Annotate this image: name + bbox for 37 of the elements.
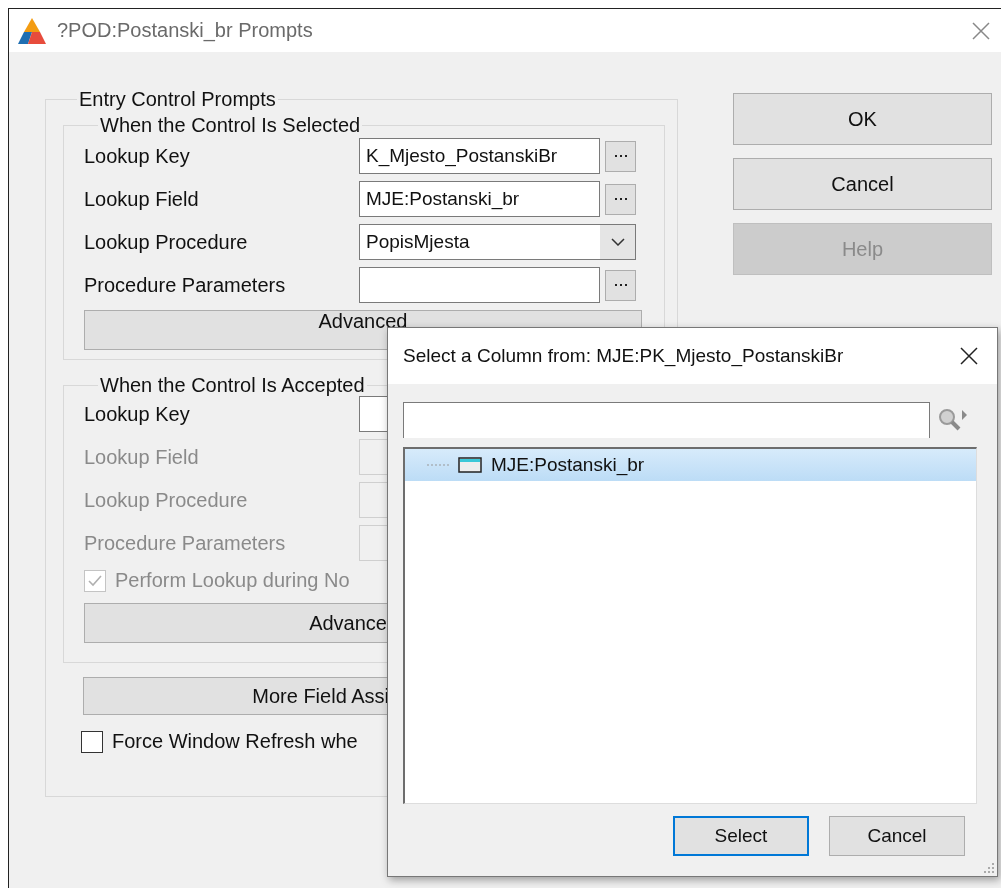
column-icon — [458, 457, 482, 473]
field-label: Lookup Procedure — [84, 230, 249, 254]
dialog-button[interactable]: Cancel — [733, 158, 992, 210]
search-field[interactable] — [403, 402, 930, 438]
field-label: Lookup Field — [84, 445, 200, 469]
dialog-button[interactable]: Select — [673, 816, 809, 856]
ellipsis-icon — [613, 154, 628, 158]
field-label: Lookup Key — [84, 144, 191, 168]
window-title: ?POD:Postanski_br Prompts — [57, 19, 314, 42]
input-field[interactable] — [359, 396, 387, 432]
checkbox-label: Force Window Refresh whe — [112, 730, 358, 753]
advanced-button[interactable]: Advance — [84, 603, 387, 643]
browse-button[interactable] — [605, 183, 636, 215]
app-logo-icon — [17, 16, 47, 45]
field-label: Lookup Key — [84, 402, 191, 426]
field-label: Procedure Parameters — [84, 273, 287, 297]
tree-item[interactable]: MJE:Postanski_br — [405, 449, 976, 481]
checkbox-label: Perform Lookup during No — [115, 569, 350, 592]
field-label: Lookup Field — [84, 187, 200, 211]
dialog-button[interactable]: OK — [733, 93, 992, 145]
tree-line-icon — [427, 464, 449, 466]
resize-grip-icon[interactable] — [983, 862, 995, 874]
group-title: Entry Control Prompts — [78, 88, 277, 110]
field-label: Lookup Procedure — [84, 488, 249, 512]
input-field[interactable]: K_Mjesto_PostanskiBr — [359, 138, 600, 174]
checkbox[interactable] — [81, 730, 103, 753]
dialog-button[interactable]: Cancel — [829, 816, 965, 856]
browse-button[interactable] — [605, 140, 636, 172]
field-label: Procedure Parameters — [84, 531, 287, 555]
group-title: When the Control Is Accepted — [99, 374, 366, 396]
close-icon[interactable] — [959, 346, 979, 366]
group-title: When the Control Is Selected — [99, 114, 362, 136]
ellipsis-icon — [613, 283, 628, 287]
ellipsis-icon — [613, 197, 628, 201]
input-field[interactable] — [359, 267, 600, 303]
input-field[interactable]: MJE:Postanski_br — [359, 181, 600, 217]
browse-button[interactable] — [605, 269, 636, 301]
